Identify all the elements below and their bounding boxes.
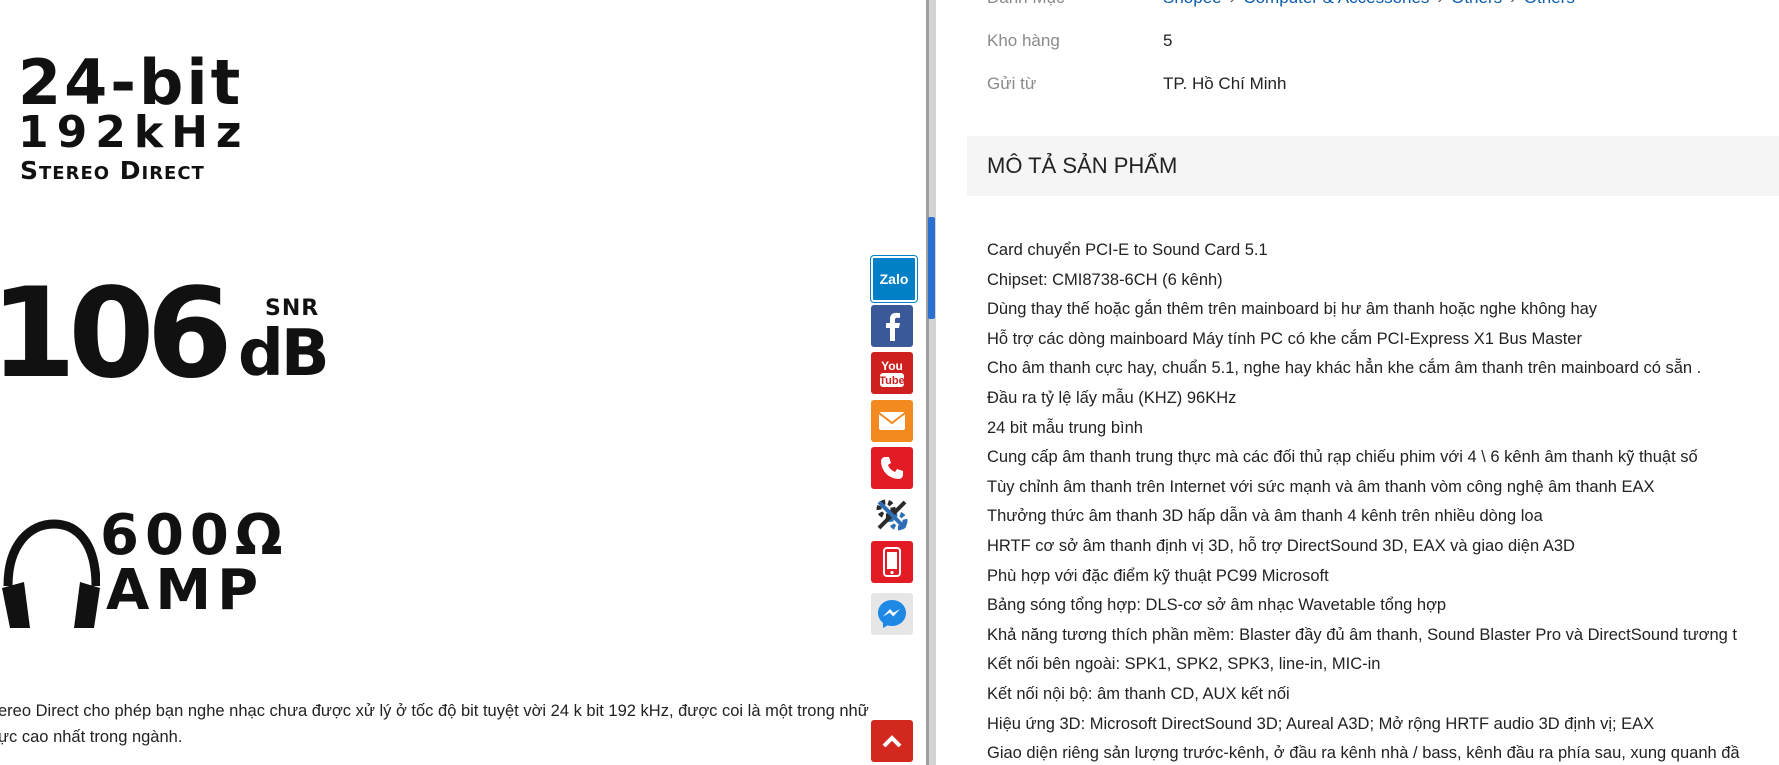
logo-ohm: 600Ω bbox=[100, 503, 289, 568]
messenger-icon bbox=[878, 600, 906, 628]
caption-line-2: ực cao nhất trong ngành. bbox=[0, 728, 183, 746]
email-button[interactable] bbox=[871, 400, 913, 442]
breadcrumb-separator-icon: › bbox=[1510, 0, 1516, 8]
zalo-button[interactable]: Zalo bbox=[871, 256, 917, 302]
wrench-gear-icon bbox=[876, 499, 908, 531]
description-line: Kết nối nội bộ: âm thanh CD, AUX kết nối bbox=[987, 684, 1290, 703]
email-icon bbox=[878, 412, 906, 430]
snr-106db-logo: 106 SNR dB bbox=[0, 272, 350, 400]
description-line: Đầu ra tỷ lệ lấy mẫu (KHZ) 96KHz bbox=[987, 388, 1237, 407]
description-line: Cho âm thanh cực hay, chuẩn 5.1, nghe ha… bbox=[987, 359, 1702, 378]
description-section-header: MÔ TẢ SẢN PHẨM bbox=[967, 136, 1779, 196]
breadcrumb-separator-icon: › bbox=[1437, 0, 1443, 8]
caption-line-1: ereo Direct cho phép bạn nghe nhạc chưa … bbox=[0, 702, 869, 720]
facebook-icon bbox=[886, 312, 900, 341]
description-line: Khả năng tương thích phần mềm: Blaster đ… bbox=[987, 625, 1737, 644]
description-line: Bảng sóng tổng hợp: DLS-cơ sở âm nhạc Wa… bbox=[987, 596, 1447, 615]
phone-icon bbox=[881, 457, 903, 479]
headphone-icon bbox=[2, 519, 100, 628]
tools-button[interactable] bbox=[871, 494, 913, 536]
product-image-pane: 24-bit 192kHz Stereo Direct 106 SNR dB 6… bbox=[0, 0, 926, 765]
youtube-button[interactable]: You Tube bbox=[871, 352, 913, 394]
description-line: Tùy chỉnh âm thanh trên Internet với sức… bbox=[987, 477, 1655, 496]
phone-button[interactable] bbox=[871, 447, 913, 489]
logo-amp: AMP bbox=[106, 558, 265, 623]
description-line: Card chuyển PCI-E to Sound Card 5.1 bbox=[987, 241, 1268, 259]
svg-text:You: You bbox=[881, 359, 903, 373]
description-title: MÔ TẢ SẢN PHẨM bbox=[987, 153, 1178, 178]
description-line: Hiệu ứng 3D: Microsoft DirectSound 3D; A… bbox=[987, 714, 1655, 733]
description-line: Phù hợp với đặc điểm kỹ thuật PC99 Micro… bbox=[987, 566, 1329, 585]
breadcrumb-link[interactable]: Shopee bbox=[1163, 0, 1222, 8]
pane-divider[interactable] bbox=[926, 0, 936, 765]
messenger-button[interactable] bbox=[871, 593, 913, 635]
ships-from-label: Gửi từ bbox=[987, 74, 1037, 93]
image-caption-text: ereo Direct cho phép bạn nghe nhạc chưa … bbox=[0, 698, 926, 750]
logo-bit-line1: 24-bit bbox=[18, 46, 244, 119]
description-line: Chipset: CMI8738-6CH (6 kênh) bbox=[987, 270, 1223, 289]
mobile-phone-icon bbox=[883, 547, 901, 577]
scroll-to-top-button[interactable] bbox=[871, 720, 913, 762]
logo-bit-line3: Stereo Direct bbox=[20, 156, 205, 185]
mobile-button[interactable] bbox=[871, 541, 913, 583]
breadcrumb-link[interactable]: Others bbox=[1451, 0, 1502, 8]
logo-bit-line2: 192kHz bbox=[18, 107, 250, 158]
logo-snr-number: 106 bbox=[0, 262, 233, 406]
24bit-192khz-logo: 24-bit 192kHz Stereo Direct bbox=[18, 52, 318, 186]
facebook-button[interactable] bbox=[871, 305, 913, 347]
zalo-icon: Zalo bbox=[879, 271, 909, 287]
product-details-pane: Danh Mục Shopee › Computer & Accessories… bbox=[936, 0, 1779, 765]
description-line: Hỗ trợ các dòng mainboard Máy tính PC có… bbox=[987, 329, 1582, 348]
description-line: Giao diện riêng sản lượng trước-kênh, ở … bbox=[987, 744, 1740, 763]
stock-label: Kho hàng bbox=[987, 31, 1060, 50]
logo-snr-db: dB bbox=[238, 317, 330, 391]
description-line: Kết nối bên ngoài: SPK1, SPK2, SPK3, lin… bbox=[987, 655, 1381, 674]
stock-value: 5 bbox=[1163, 31, 1173, 50]
description-list: Card chuyển PCI-E to Sound Card 5.1 Chip… bbox=[987, 236, 1779, 765]
description-line: HRTF cơ sở âm thanh định vị 3D, hỗ trợ D… bbox=[987, 536, 1575, 555]
description-line: Dùng thay thế hoặc gắn thêm trên mainboa… bbox=[987, 300, 1598, 319]
category-label: Danh Mục bbox=[987, 0, 1064, 8]
description-line: 24 bit mẫu trung bình bbox=[987, 418, 1143, 437]
600ohm-amp-logo: 600Ω AMP bbox=[0, 508, 360, 628]
ships-from-value: TP. Hồ Chí Minh bbox=[1163, 74, 1287, 93]
description-line: Thưởng thức âm thanh 3D hấp dẫn và âm th… bbox=[987, 507, 1543, 526]
scrollbar-thumb[interactable] bbox=[928, 217, 935, 319]
description-line: Cung cấp âm thanh trung thực mà các đối … bbox=[987, 448, 1698, 467]
svg-text:Tube: Tube bbox=[879, 375, 904, 387]
breadcrumb: Shopee › Computer & Accessories › Others… bbox=[1163, 0, 1575, 8]
breadcrumb-link[interactable]: Computer & Accessories bbox=[1243, 0, 1429, 8]
youtube-icon: You Tube bbox=[879, 359, 905, 387]
breadcrumb-separator-icon: › bbox=[1230, 0, 1236, 8]
chevron-up-icon bbox=[882, 735, 902, 748]
breadcrumb-link[interactable]: Others bbox=[1524, 0, 1575, 8]
